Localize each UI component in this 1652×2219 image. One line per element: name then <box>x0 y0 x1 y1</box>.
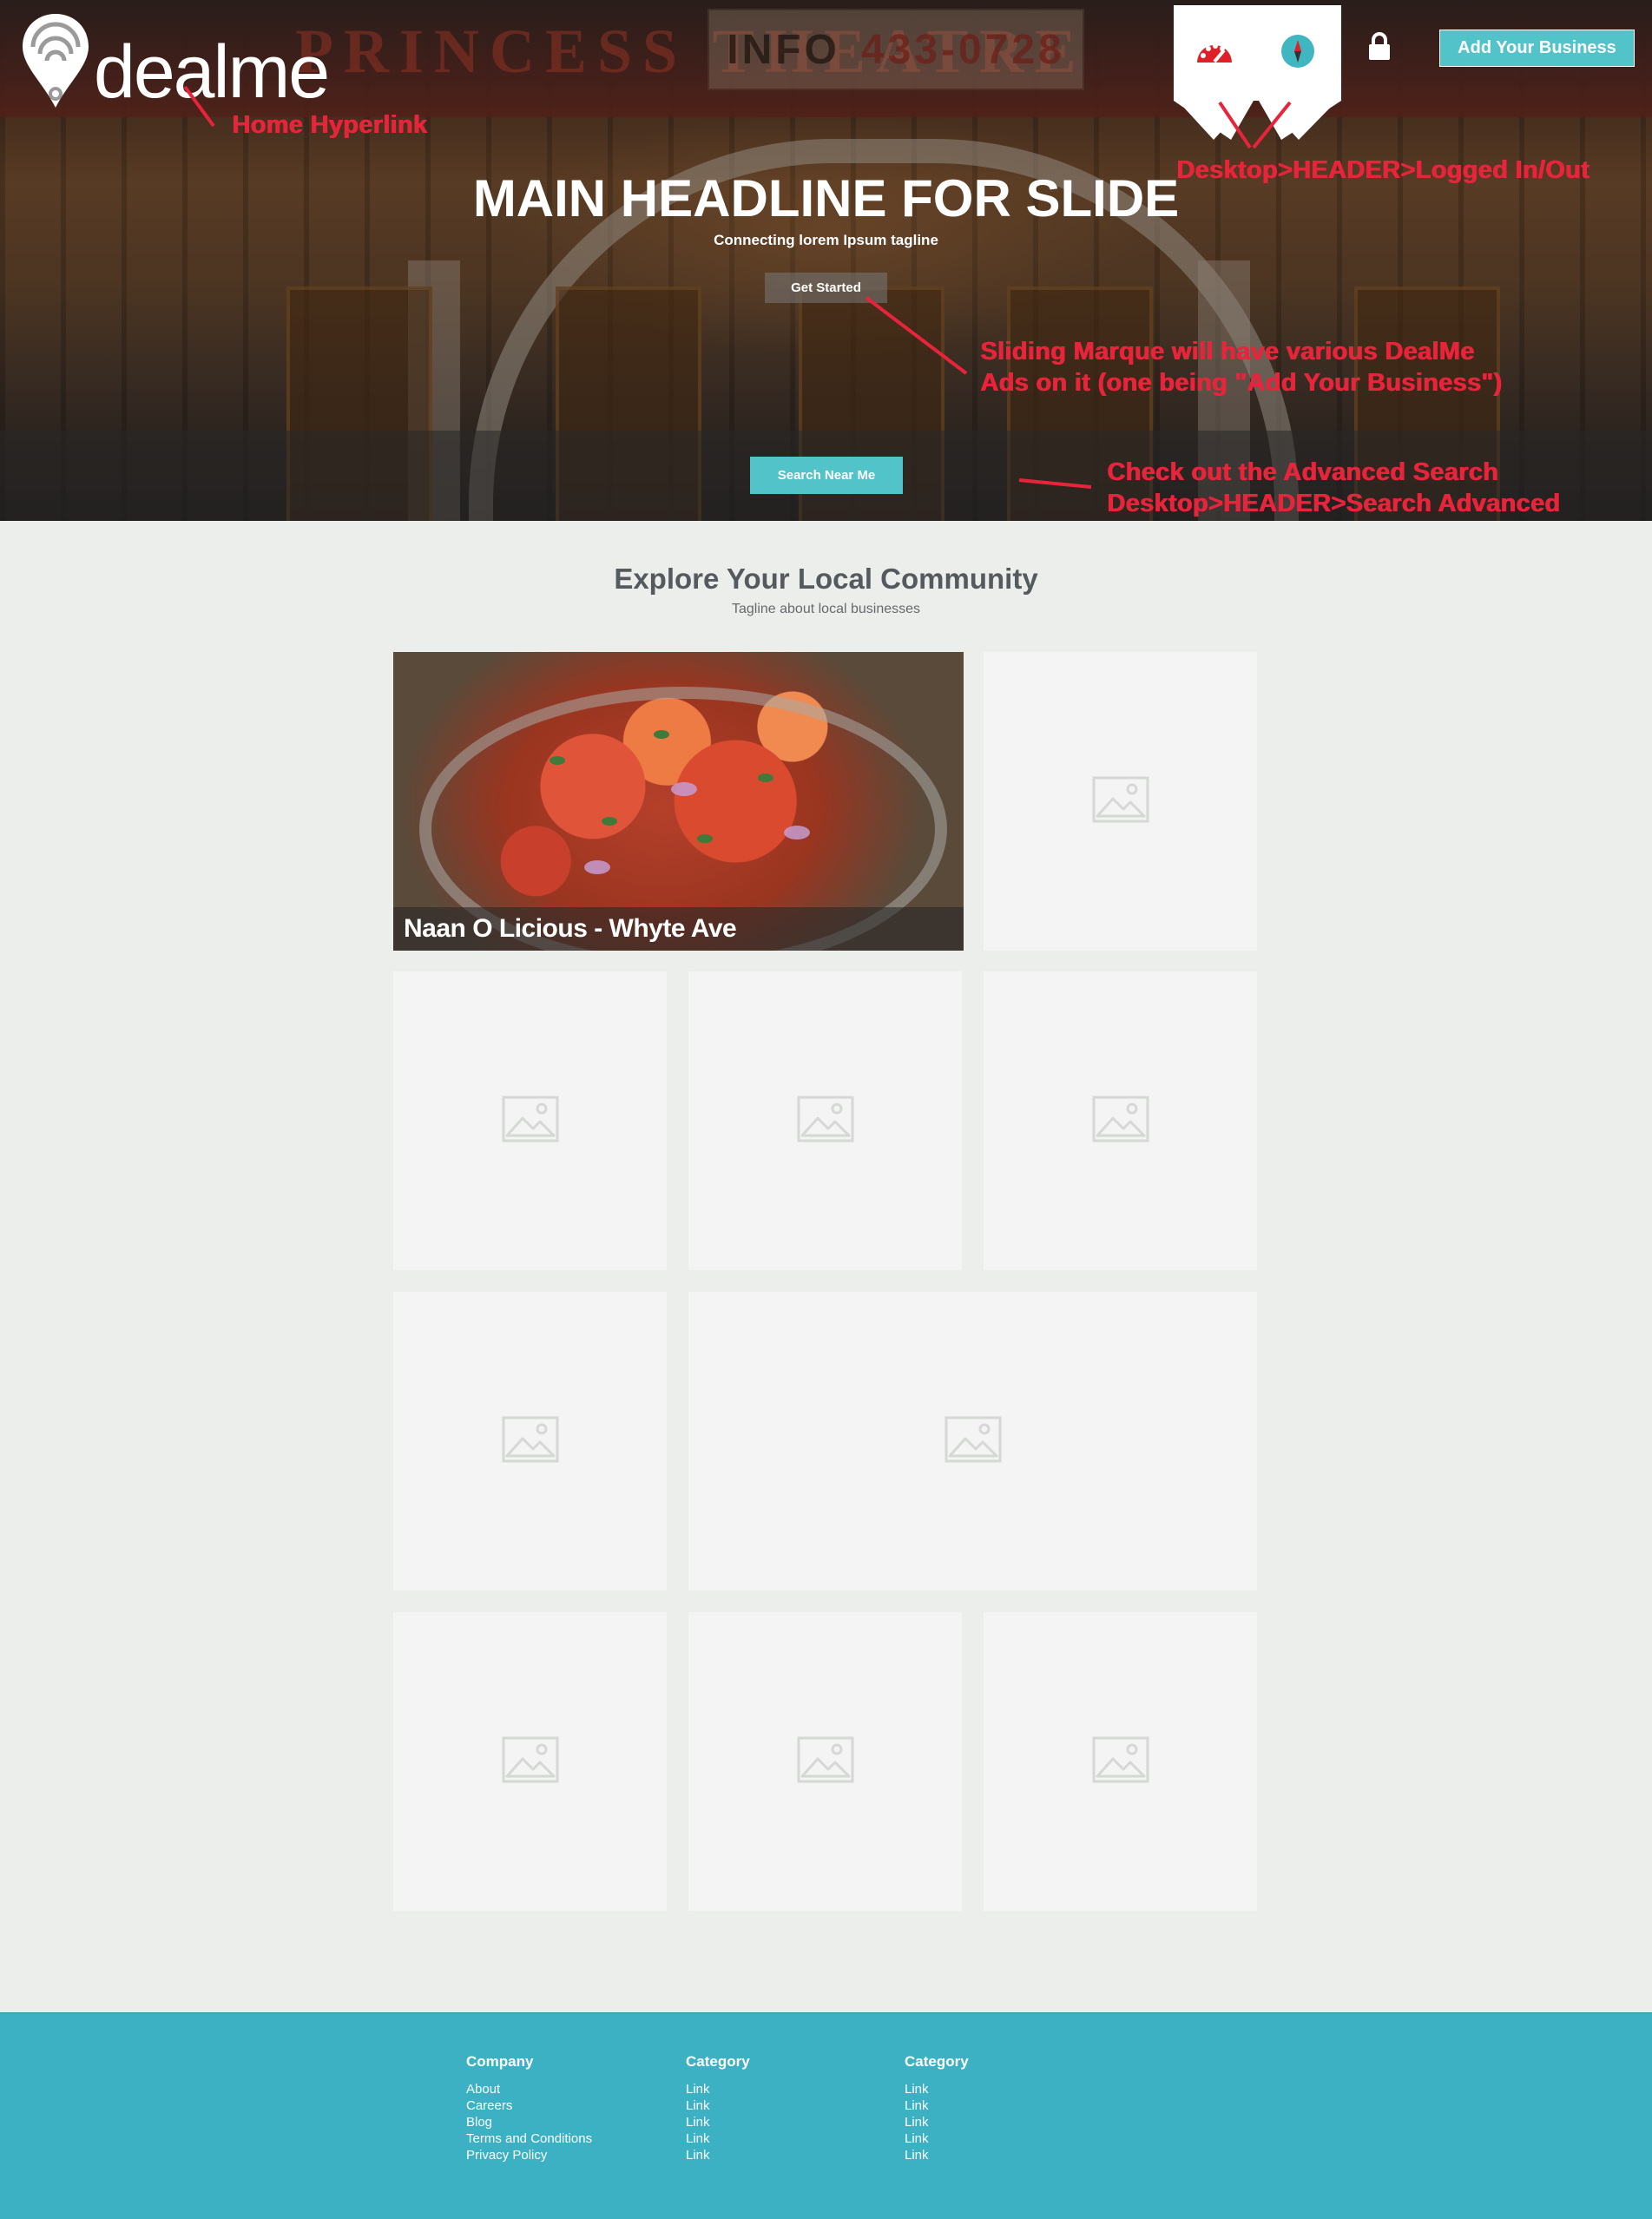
photo-detail <box>584 860 610 874</box>
business-placeholder-tile[interactable] <box>688 971 962 1270</box>
business-placeholder-tile[interactable] <box>393 971 667 1270</box>
footer-heading: Category <box>686 2053 750 2070</box>
business-placeholder-tile[interactable] <box>688 1292 1257 1590</box>
home-logo-link[interactable]: dealme <box>21 12 330 114</box>
footer-link[interactable]: Link <box>686 2147 750 2163</box>
image-placeholder-icon <box>1092 1096 1149 1147</box>
image-placeholder-icon <box>502 1096 559 1147</box>
featured-caption: Naan O Licious - Whyte Ave <box>404 914 737 943</box>
explore-title: Explore Your Local Community <box>614 563 1038 595</box>
footer-heading: Company <box>466 2053 534 2070</box>
footer-link-about[interactable]: About <box>466 2081 592 2097</box>
image-placeholder-icon <box>502 1736 559 1788</box>
featured-business-tile[interactable]: Naan O Licious - Whyte Ave <box>393 652 964 951</box>
annotation-home-hyperlink: Home Hyperlink <box>232 111 427 139</box>
annotation-sliding-marque: Sliding Marque will have various DealMe … <box>980 336 1502 398</box>
photo-detail <box>654 730 669 739</box>
photo-detail <box>697 834 713 843</box>
search-near-me-button[interactable]: Search Near Me <box>750 457 903 494</box>
explore-tagline: Tagline about local businesses <box>731 602 921 616</box>
photo-detail <box>758 774 773 782</box>
featured-caption-bar: Naan O Licious - Whyte Ave <box>393 907 964 951</box>
annotation-line: Check out the Advanced Search <box>1107 458 1498 486</box>
footer-link[interactable]: Link <box>905 2097 969 2114</box>
add-your-business-button[interactable]: Add Your Business <box>1439 30 1635 67</box>
footer-link[interactable]: Link <box>686 2081 750 2097</box>
image-placeholder-icon <box>1092 776 1149 827</box>
footer-link-privacy[interactable]: Privacy Policy <box>466 2147 592 2163</box>
footer-link-careers[interactable]: Careers <box>466 2097 592 2114</box>
image-placeholder-icon <box>944 1416 1002 1467</box>
lock-icon[interactable] <box>1366 31 1392 65</box>
footer-column-category: Category Link Link Link Link Link <box>686 2053 750 2163</box>
header-user-panel <box>1169 5 1345 140</box>
location-pin-logo-icon <box>23 14 89 108</box>
business-placeholder-tile[interactable] <box>984 971 1257 1270</box>
annotation-advanced-search: Check out the Advanced Search Desktop>HE… <box>1107 457 1560 519</box>
annotation-line: Ads on it (one being "Add Your Business"… <box>980 369 1503 397</box>
photo-detail <box>550 756 565 765</box>
footer-link[interactable]: Link <box>905 2081 969 2097</box>
footer-link-terms[interactable]: Terms and Conditions <box>466 2130 592 2147</box>
hero-tagline: Connecting lorem Ipsum tagline <box>714 232 938 248</box>
get-started-button[interactable]: Get Started <box>765 273 887 303</box>
compass-icon[interactable] <box>1276 30 1320 73</box>
dashboard-gauge-icon[interactable] <box>1193 30 1236 73</box>
footer-link[interactable]: Link <box>686 2114 750 2130</box>
annotation-line: Sliding Marque will have various DealMe <box>980 338 1475 365</box>
footer-link[interactable]: Link <box>686 2130 750 2147</box>
image-placeholder-icon <box>1092 1736 1149 1788</box>
footer-column-category: Category Link Link Link Link Link <box>905 2053 969 2163</box>
business-placeholder-tile[interactable] <box>688 1612 962 1911</box>
hero-slider: PRINCESS THEATRE INFO 433-0728 dealme Ad… <box>0 0 1652 521</box>
footer: Company About Careers Blog Terms and Con… <box>0 2012 1652 2219</box>
annotation-line: Desktop>HEADER>Search Advanced <box>1107 490 1561 517</box>
header-panel-shape <box>1174 5 1341 140</box>
photo-detail <box>784 826 810 840</box>
image-placeholder-icon <box>797 1736 854 1788</box>
image-placeholder-icon <box>502 1416 559 1467</box>
business-placeholder-tile[interactable] <box>393 1612 667 1911</box>
business-placeholder-tile[interactable] <box>393 1292 667 1590</box>
footer-heading: Category <box>905 2053 969 2070</box>
business-placeholder-tile[interactable] <box>984 1612 1257 1911</box>
business-placeholder-tile[interactable] <box>984 652 1257 951</box>
logo-wordmark: dealme <box>94 30 330 114</box>
footer-link-blog[interactable]: Blog <box>466 2114 592 2130</box>
image-placeholder-icon <box>797 1096 854 1147</box>
footer-link[interactable]: Link <box>686 2097 750 2114</box>
footer-link[interactable]: Link <box>905 2114 969 2130</box>
photo-detail <box>671 782 697 796</box>
footer-link[interactable]: Link <box>905 2147 969 2163</box>
footer-column-company: Company About Careers Blog Terms and Con… <box>466 2053 592 2163</box>
annotation-header-logged-in-out: Desktop>HEADER>Logged In/Out <box>1176 156 1589 184</box>
photo-detail <box>602 817 617 826</box>
footer-link[interactable]: Link <box>905 2130 969 2147</box>
